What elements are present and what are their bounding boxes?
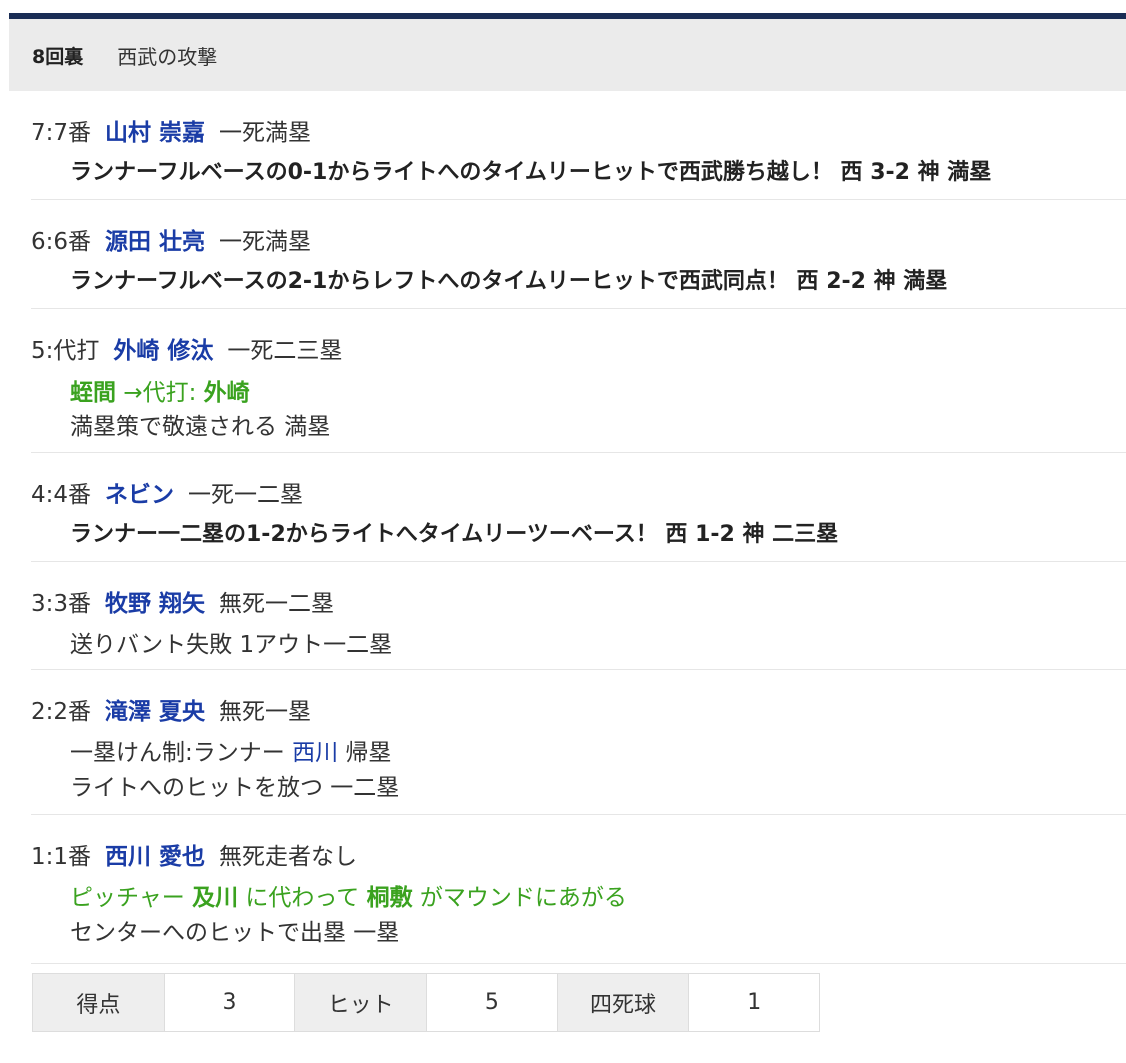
pickoff-note: 一塁けん制:ランナー 西川 帰塁 bbox=[70, 733, 391, 767]
team-attack-label: 西武の攻撃 bbox=[117, 44, 218, 69]
play-number: 6 bbox=[31, 229, 46, 255]
runner-name-link[interactable]: 西川 bbox=[292, 740, 338, 766]
inning-label: 8回裏 bbox=[32, 45, 84, 68]
play-item: 1 : 1番 西川 愛也 無死走者なし ピッチャー 及川 に代わって 桐敷 がマウンド… bbox=[31, 815, 1126, 964]
stat-label: ヒット bbox=[295, 974, 428, 1031]
pitching-change-note: ピッチャー 及川 に代わって 桐敷 がマウンドにあがる bbox=[70, 878, 627, 912]
play-item: 2 : 2番 滝澤 夏央 無死一塁一塁けん制:ランナー 西川 帰塁ライトへのヒットを… bbox=[31, 670, 1126, 815]
play-header-line: 1 : 1番 西川 愛也 無死走者なし bbox=[31, 837, 357, 871]
batter-name-link[interactable]: 山村 崇嘉 bbox=[105, 113, 205, 147]
substitution-arrow: →代打: bbox=[123, 380, 204, 406]
play-separator: : bbox=[45, 229, 54, 255]
play-header-line: 4 : 4番 ネビン 一死一二塁 bbox=[31, 475, 303, 509]
substitute-player-link[interactable]: 外崎 bbox=[204, 380, 250, 406]
play-header-line: 2 : 2番 滝澤 夏央 無死一塁 bbox=[31, 692, 311, 726]
batting-order: 2番 bbox=[53, 699, 92, 725]
base-situation: 無死走者なし bbox=[219, 844, 358, 870]
play-result-highlight: ランナーフルベースの2-1からレフトへのタイムリーヒットで西武同点！ 西 2-2… bbox=[70, 269, 948, 294]
play-number: 4 bbox=[31, 482, 46, 508]
play-header-line: 6 : 6番 源田 壮亮 一死満塁 bbox=[31, 222, 311, 256]
base-situation: 一死二三塁 bbox=[227, 338, 343, 364]
inning-header: 8回裏 西武の攻撃 bbox=[9, 19, 1126, 91]
pitching-change-text: に代わって bbox=[238, 885, 367, 911]
play-header-line: 7 : 7番 山村 崇嘉 一死満塁 bbox=[31, 113, 311, 147]
pitching-change-text: ピッチャー bbox=[70, 885, 193, 911]
batter-name-link[interactable]: 外崎 修汰 bbox=[113, 331, 213, 365]
batter-name-link[interactable]: 牧野 翔矢 bbox=[105, 584, 205, 618]
play-result-highlight: ランナーフルベースの0-1からライトへのタイムリーヒットで西武勝ち越し！ 西 3… bbox=[70, 160, 992, 185]
batting-order: 3番 bbox=[53, 591, 92, 617]
batter-name-link[interactable]: ネビン bbox=[105, 475, 174, 509]
base-situation: 一死満塁 bbox=[219, 229, 312, 255]
play-separator: : bbox=[45, 844, 54, 870]
play-separator: : bbox=[45, 482, 54, 508]
play-number: 5 bbox=[31, 338, 46, 364]
play-item: 3 : 3番 牧野 翔矢 無死一二塁送りバント失敗 1アウト一二塁 bbox=[31, 562, 1126, 670]
play-result: 送りバント失敗 1アウト一二塁 bbox=[70, 632, 393, 658]
play-separator: : bbox=[45, 338, 54, 364]
play-header-line: 3 : 3番 牧野 翔矢 無死一二塁 bbox=[31, 584, 334, 618]
base-situation: 一死満塁 bbox=[219, 120, 312, 146]
stat-label: 得点 bbox=[33, 974, 165, 1031]
base-situation: 一死一二塁 bbox=[188, 482, 304, 508]
play-by-play-list: 7 : 7番 山村 崇嘉 一死満塁 ランナーフルベースの0-1からライトへのタイムリー… bbox=[31, 92, 1126, 964]
batter-name-link[interactable]: 源田 壮亮 bbox=[105, 222, 205, 256]
play-number: 7 bbox=[31, 120, 46, 146]
play-result-highlight: ランナー一二塁の1-2からライトへタイムリーツーベース！ 西 1-2 神 二三塁 bbox=[70, 522, 839, 547]
stat-value: 1 bbox=[689, 974, 820, 1031]
play-header-line: 5 : 代打 外崎 修汰 一死二三塁 bbox=[31, 331, 342, 365]
stat-value: 3 bbox=[164, 974, 296, 1031]
inning-summary-table: 得点 3 ヒット 5 四死球 1 bbox=[32, 973, 820, 1032]
play-item: 4 : 4番 ネビン 一死一二塁ランナー一二塁の1-2からライトへタイムリーツーベー… bbox=[31, 453, 1126, 562]
batting-order: 代打 bbox=[53, 338, 100, 364]
pickoff-result: 帰塁 bbox=[338, 740, 392, 766]
replaced-player-link[interactable]: 蛭間 bbox=[70, 380, 116, 406]
substitution-note: 蛭間 →代打: 外崎 bbox=[70, 373, 250, 407]
batter-name-link[interactable]: 西川 愛也 bbox=[105, 837, 205, 871]
pickoff-text: 一塁けん制:ランナー bbox=[70, 740, 293, 766]
play-result: 満塁策で敬遠される 満塁 bbox=[70, 414, 331, 440]
play-item: 6 : 6番 源田 壮亮 一死満塁ランナーフルベースの2-1からレフトへのタイムリー… bbox=[31, 200, 1126, 309]
new-pitcher-link[interactable]: 桐敷 bbox=[367, 885, 413, 911]
play-item: 5 : 代打 外崎 修汰 一死二三塁蛭間 →代打: 外崎満塁策で敬遠される 満塁 bbox=[31, 309, 1126, 453]
play-separator: : bbox=[45, 699, 54, 725]
base-situation: 無死一二塁 bbox=[219, 591, 335, 617]
stat-value: 5 bbox=[427, 974, 558, 1031]
batting-order: 7番 bbox=[53, 120, 92, 146]
batting-order: 1番 bbox=[53, 844, 92, 870]
old-pitcher-link[interactable]: 及川 bbox=[192, 885, 238, 911]
batting-order: 4番 bbox=[53, 482, 92, 508]
batting-order: 6番 bbox=[53, 229, 92, 255]
play-number: 1 bbox=[31, 844, 46, 870]
batter-name-link[interactable]: 滝澤 夏央 bbox=[105, 692, 205, 726]
stat-label: 四死球 bbox=[557, 974, 690, 1031]
play-separator: : bbox=[45, 120, 54, 146]
play-result: ライトへのヒットを放つ 一二塁 bbox=[70, 775, 400, 801]
pitching-change-text: がマウンドにあがる bbox=[412, 885, 627, 911]
play-number: 3 bbox=[31, 591, 46, 617]
play-item: 7 : 7番 山村 崇嘉 一死満塁ランナーフルベースの0-1からライトへのタイムリー… bbox=[31, 92, 1126, 200]
play-number: 2 bbox=[31, 699, 46, 725]
base-situation: 無死一塁 bbox=[219, 699, 312, 725]
play-result: センターへのヒットで出塁 一塁 bbox=[70, 920, 400, 946]
play-separator: : bbox=[45, 591, 54, 617]
